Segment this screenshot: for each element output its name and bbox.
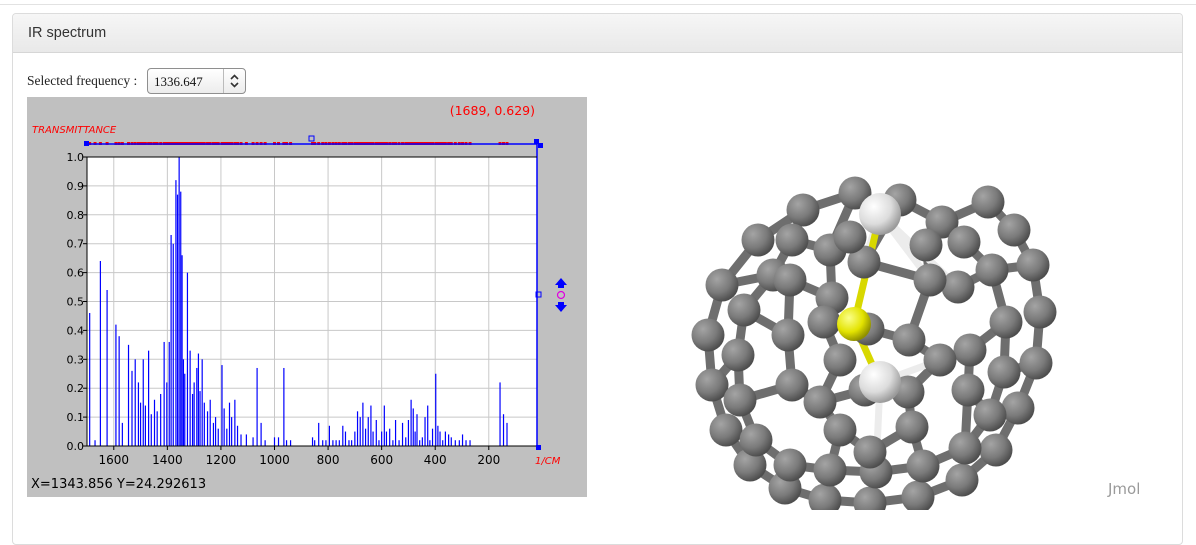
carbon-atom[interactable]	[741, 223, 775, 257]
fullerene-molecule[interactable]	[640, 90, 1090, 520]
y-tick-label: 0.8	[67, 209, 85, 222]
x-tick-label: 600	[370, 453, 393, 467]
carbon-atom[interactable]	[909, 228, 943, 262]
y-tick-label: 0.4	[67, 324, 85, 337]
x-tick-label: 1200	[206, 453, 237, 467]
carbon-atom[interactable]	[709, 413, 743, 447]
frame-handle[interactable]	[538, 143, 543, 148]
carbon-atom[interactable]	[975, 253, 1009, 287]
carbon-atom[interactable]	[853, 435, 887, 469]
carbon-atom[interactable]	[989, 305, 1023, 339]
carbon-atom[interactable]	[973, 398, 1007, 432]
frequency-label: Selected frequency :	[27, 73, 138, 88]
x-tick-label: 1600	[99, 453, 130, 467]
panel-heading: IR spectrum	[13, 14, 1182, 53]
sulfur-atom[interactable]	[837, 307, 871, 341]
carbon-atom[interactable]	[807, 305, 841, 339]
carbon-atom[interactable]	[833, 220, 867, 254]
zoom-updown-icon[interactable]	[555, 278, 567, 312]
top-divider	[0, 4, 1196, 5]
carbon-atom[interactable]	[705, 268, 739, 302]
y-tick-label: 0.0	[67, 440, 85, 453]
y-tick-label: 0.6	[67, 267, 85, 280]
y-tick-label: 0.2	[67, 382, 85, 395]
carbon-atom[interactable]	[695, 368, 729, 402]
carbon-atom[interactable]	[913, 263, 947, 297]
x-tick-label: 800	[317, 453, 340, 467]
x-axis-unit: 1/CM	[535, 456, 561, 467]
frequency-value: 1336.647	[154, 74, 203, 89]
y-tick-label: 0.5	[67, 296, 85, 309]
x-tick-label: 400	[424, 453, 447, 467]
carbon-atom[interactable]	[997, 213, 1031, 247]
carbon-atom[interactable]	[771, 318, 805, 352]
frequency-select[interactable]: 1336.647	[147, 68, 246, 94]
x-tick-label: 200	[477, 453, 500, 467]
carbon-atom[interactable]	[721, 338, 755, 372]
carbon-atom[interactable]	[775, 223, 809, 257]
x-tick-label: 1000	[259, 453, 290, 467]
carbon-atom[interactable]	[727, 293, 761, 327]
carbon-atom[interactable]	[953, 333, 987, 367]
carbon-atom[interactable]	[1019, 346, 1053, 380]
carbon-atom[interactable]	[987, 355, 1021, 389]
carbon-atom[interactable]	[813, 453, 847, 487]
carbon-atom[interactable]	[895, 410, 929, 444]
y-axis-title: TRANSMITTANCE	[32, 125, 117, 136]
y-tick-label: 0.3	[67, 353, 85, 366]
carbon-atom[interactable]	[906, 449, 940, 483]
carbon-atom[interactable]	[853, 486, 887, 520]
carbon-atom[interactable]	[948, 431, 982, 465]
carbon-atom[interactable]	[941, 270, 975, 304]
frame-handle[interactable]	[84, 141, 89, 146]
carbon-atom[interactable]	[773, 263, 807, 297]
carbon-atom[interactable]	[739, 423, 773, 457]
carbon-atom[interactable]	[947, 225, 981, 259]
carbon-atom[interactable]	[808, 483, 842, 517]
metal-atom[interactable]	[859, 193, 901, 235]
status-readout: X=1343.856 Y=24.292613	[31, 477, 206, 492]
carbon-atom[interactable]	[786, 193, 820, 227]
y-tick-label: 0.1	[67, 411, 85, 424]
carbon-atom[interactable]	[803, 385, 837, 419]
cursor-readout: (1689, 0.629)	[450, 103, 535, 118]
jmol-label: Jmol	[1108, 480, 1141, 498]
carbon-atom[interactable]	[691, 318, 725, 352]
y-tick-label: 0.7	[67, 238, 85, 251]
carbon-atom[interactable]	[823, 343, 857, 377]
carbon-atom[interactable]	[1016, 248, 1050, 282]
carbon-atom[interactable]	[951, 373, 985, 407]
carbon-atom[interactable]	[892, 323, 926, 357]
frame-handle[interactable]	[308, 135, 315, 142]
carbon-atom[interactable]	[823, 413, 857, 447]
carbon-atom[interactable]	[773, 448, 807, 482]
panel-title: IR spectrum	[28, 25, 107, 41]
spectrum-plot[interactable]: 1600 1400 1200 1000 800 600 400 200 0.0 0.1 0.2 0.3…	[27, 97, 587, 497]
carbon-atom[interactable]	[775, 368, 809, 402]
carbon-atom[interactable]	[971, 185, 1005, 219]
carbon-atom[interactable]	[723, 383, 757, 417]
metal-atom[interactable]	[859, 361, 901, 403]
molecule-3d-viewer[interactable]	[640, 90, 1090, 520]
y-tick-label: 1.0	[67, 151, 85, 164]
carbon-atom[interactable]	[923, 343, 957, 377]
y-tick-label: 0.9	[67, 180, 85, 193]
carbon-atom[interactable]	[1023, 295, 1057, 329]
carbon-atom[interactable]	[979, 433, 1013, 467]
chevron-updown-icon	[223, 69, 245, 93]
carbon-atom[interactable]	[945, 463, 979, 497]
spectrum-viewer[interactable]: 1600 1400 1200 1000 800 600 400 200 0.0 0.1 0.2 0.3…	[27, 97, 587, 497]
carbon-atom[interactable]	[901, 480, 935, 514]
x-tick-label: 1400	[152, 453, 183, 467]
frame-handle[interactable]	[536, 445, 541, 450]
carbon-atom[interactable]	[1001, 391, 1035, 425]
